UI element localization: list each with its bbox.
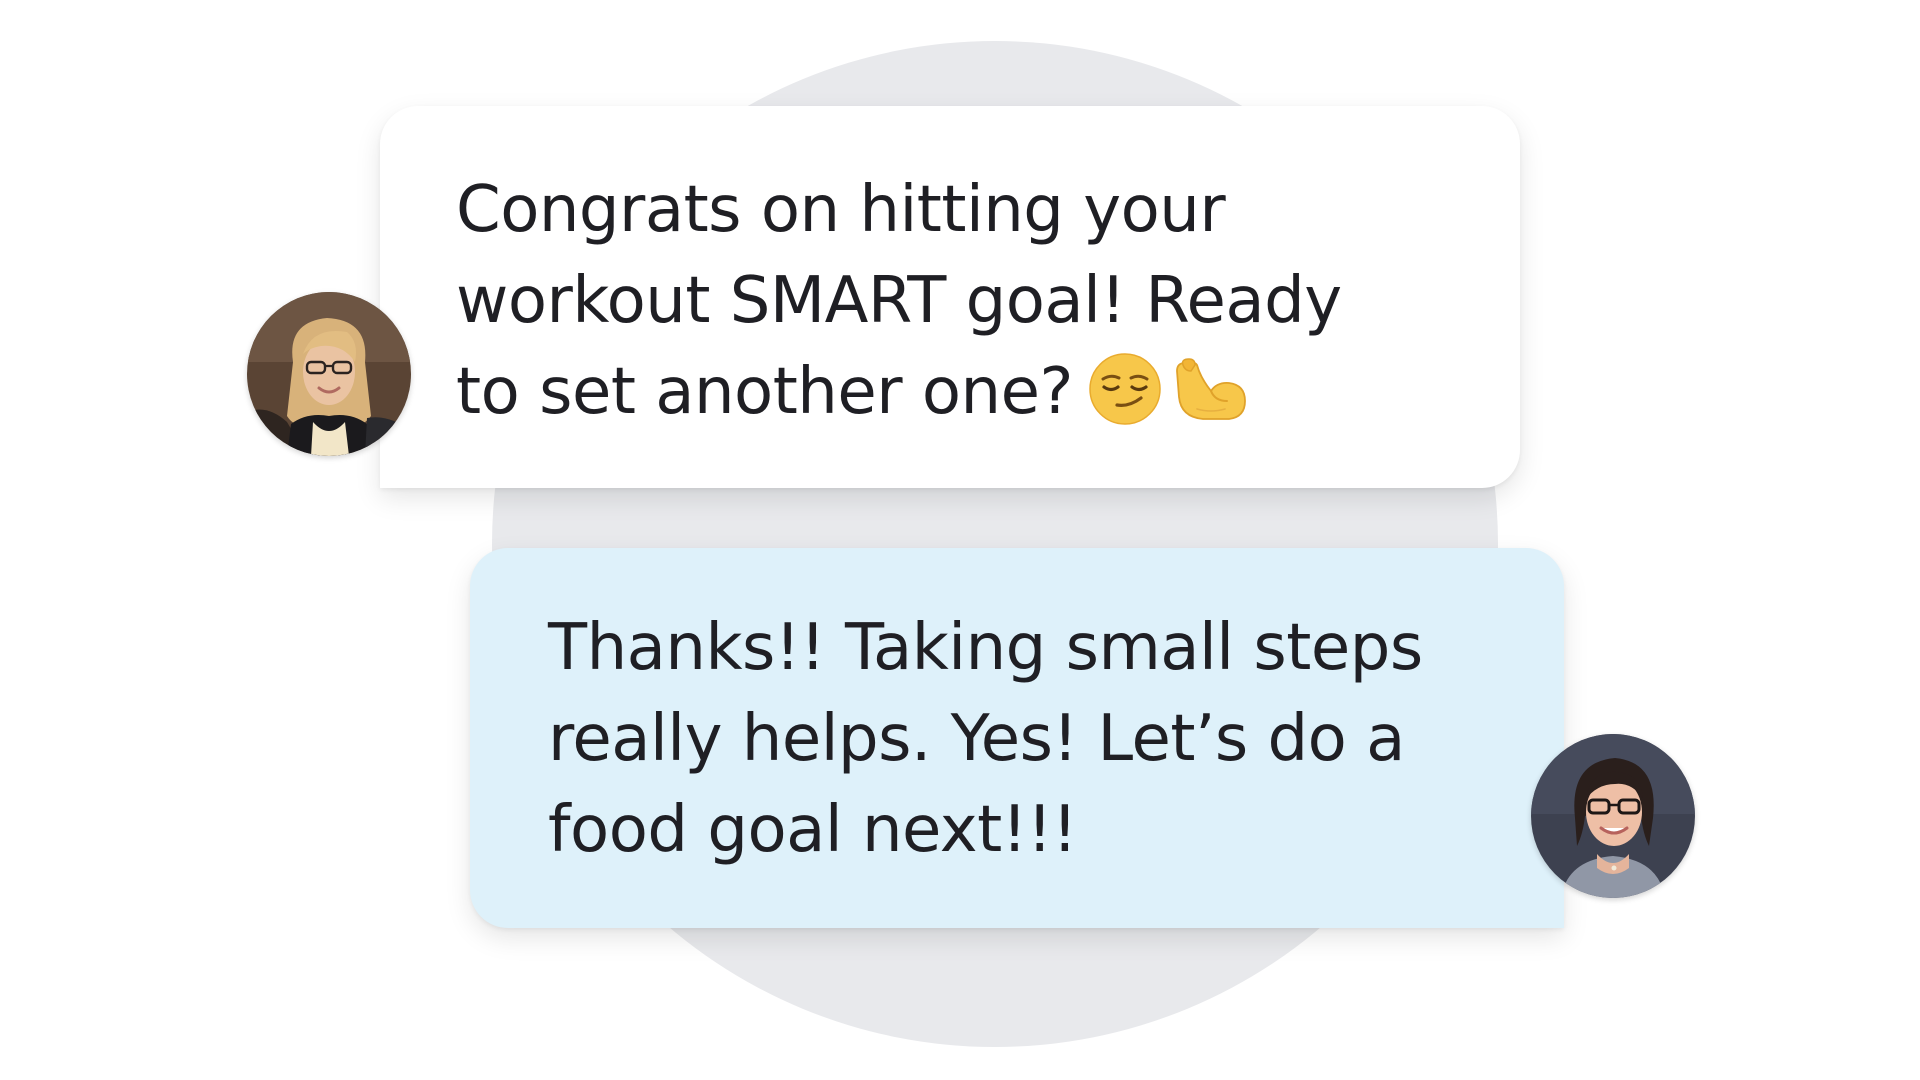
user-message-line: really helps. Yes! Let’s do a — [548, 702, 1405, 776]
coach-message-bubble: Congrats on hitting your workout SMART g… — [380, 106, 1520, 488]
coach-message-line-with-emoji: to set another one? — [456, 347, 1480, 450]
smirking-face-icon — [1089, 353, 1161, 450]
flexed-biceps-icon — [1173, 357, 1247, 448]
chat-illustration: Congrats on hitting your workout SMART g… — [0, 0, 1920, 1080]
coach-message-line: to set another one? — [456, 355, 1073, 429]
coach-message-line: Congrats on hitting your — [456, 173, 1226, 247]
user-message-line: food goal next!!! — [548, 793, 1078, 867]
user-avatar — [1531, 734, 1695, 898]
coach-avatar — [247, 292, 411, 456]
user-message-line: Thanks!! Taking small steps — [548, 611, 1423, 685]
coach-message-line: workout SMART goal! Ready — [456, 264, 1342, 338]
user-message-bubble: Thanks!! Taking small steps really helps… — [470, 548, 1564, 928]
